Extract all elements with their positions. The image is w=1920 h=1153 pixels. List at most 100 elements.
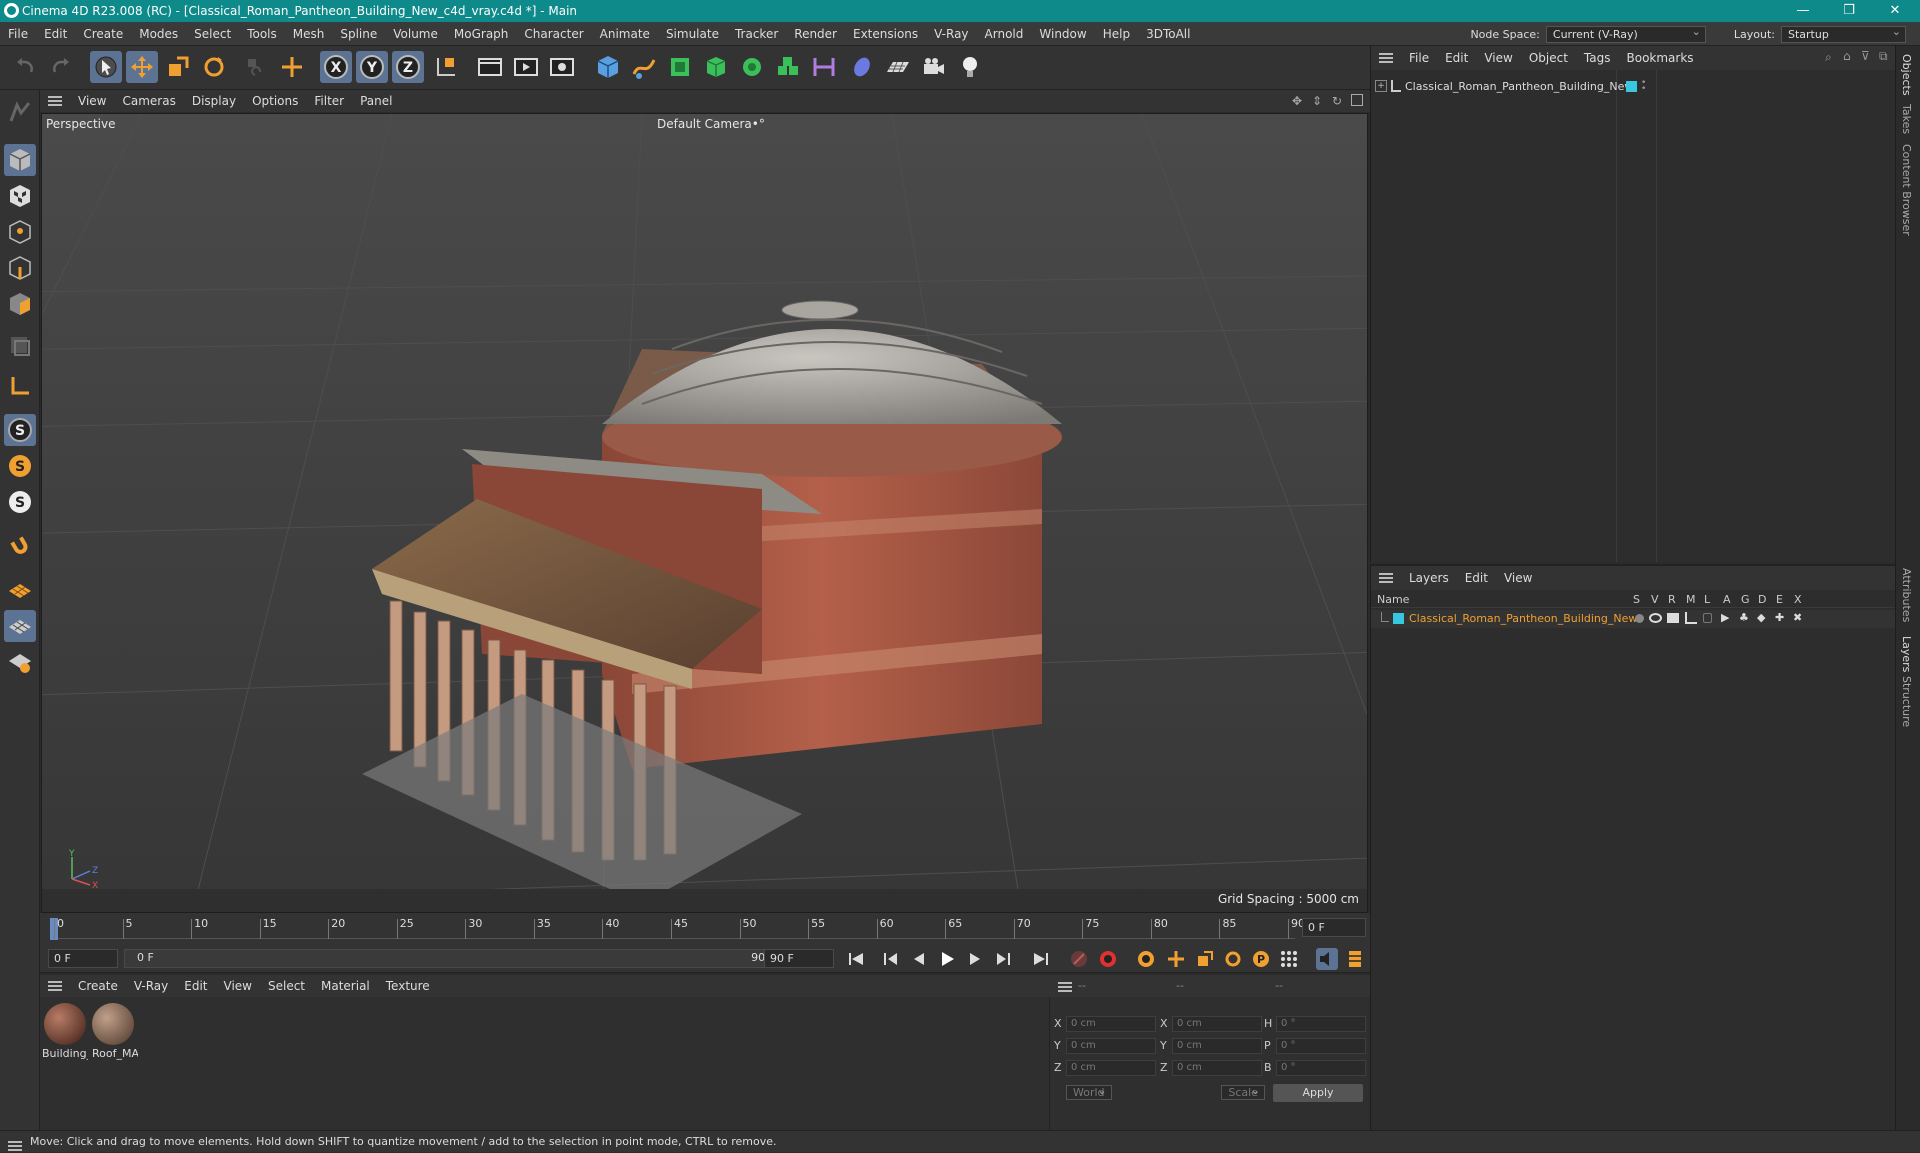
render-view-icon[interactable]: [474, 51, 506, 83]
coordinate-system-select[interactable]: World: [1066, 1085, 1112, 1100]
redo-icon[interactable]: [44, 51, 76, 83]
search-icon[interactable]: ⌕: [1825, 50, 1832, 65]
menu-window[interactable]: Window: [1031, 22, 1094, 46]
move-tool-icon[interactable]: [126, 51, 158, 83]
layer-animation-icon[interactable]: ▶: [1721, 611, 1729, 624]
layer-visible-icon[interactable]: [1649, 613, 1662, 623]
field-icon[interactable]: [846, 51, 878, 83]
live-selection-icon[interactable]: [90, 51, 122, 83]
size-x-field[interactable]: 0 cm: [1172, 1016, 1262, 1032]
deformer-icon[interactable]: [808, 51, 840, 83]
polygon-mode-icon[interactable]: [4, 288, 36, 320]
cube-primitive-icon[interactable]: [592, 51, 624, 83]
tab-content-browser[interactable]: Content Browser: [1900, 144, 1913, 236]
pan-view-icon[interactable]: ✥: [1292, 94, 1302, 108]
menu-edit[interactable]: Edit: [36, 22, 75, 46]
pos-y-field[interactable]: 0 cm: [1066, 1038, 1156, 1054]
pos-x-field[interactable]: 0 cm: [1066, 1016, 1156, 1032]
menu-render[interactable]: Render: [786, 22, 845, 46]
start-frame-field[interactable]: 0 F: [48, 949, 118, 968]
previous-key-icon[interactable]: [880, 948, 902, 970]
layer-manager-icon[interactable]: [1685, 612, 1697, 624]
menu-tracker[interactable]: Tracker: [727, 22, 786, 46]
go-to-end-icon[interactable]: [1030, 948, 1052, 970]
tab-objects[interactable]: Objects: [1900, 54, 1913, 96]
menu-extensions[interactable]: Extensions: [845, 22, 926, 46]
workplane-icon[interactable]: [4, 574, 36, 606]
record-disabled-icon[interactable]: [1068, 948, 1090, 970]
keyframe-selection-icon[interactable]: [1135, 948, 1157, 970]
magnet-icon[interactable]: [4, 530, 36, 562]
render-settings-icon[interactable]: [546, 51, 578, 83]
lock-icon[interactable]: [1703, 613, 1712, 623]
maximize-view-icon[interactable]: [1351, 94, 1363, 106]
layer-menu-edit[interactable]: Edit: [1457, 571, 1496, 585]
model-mode-icon[interactable]: [4, 144, 36, 176]
next-key-icon[interactable]: [992, 948, 1014, 970]
new-window-icon[interactable]: ⧉: [1879, 49, 1888, 64]
axis-y-toggle[interactable]: Y: [356, 51, 388, 83]
layer-name[interactable]: Classical_Roman_Pantheon_Building_New: [1409, 612, 1637, 625]
zoom-view-icon[interactable]: ⇕: [1312, 94, 1322, 108]
object-menu-object[interactable]: Object: [1521, 51, 1576, 65]
make-editable-icon[interactable]: [4, 96, 36, 128]
timeline-layout-icon[interactable]: [1344, 948, 1366, 970]
filter-icon[interactable]: ⊽: [1861, 49, 1870, 63]
cloner-icon[interactable]: [736, 51, 768, 83]
edge-mode-icon[interactable]: [4, 252, 36, 284]
key-position-icon[interactable]: [1165, 948, 1187, 970]
layer-solo-icon[interactable]: [1635, 614, 1644, 623]
menu-create[interactable]: Create: [75, 22, 131, 46]
menu-help[interactable]: Help: [1095, 22, 1138, 46]
tab-takes[interactable]: Takes: [1900, 104, 1913, 134]
restore-button[interactable]: ❐: [1826, 0, 1872, 22]
axis-z-toggle[interactable]: Z: [392, 51, 424, 83]
play-icon[interactable]: [936, 948, 958, 970]
rotate-tool-icon[interactable]: [198, 51, 230, 83]
node-space-select[interactable]: Current (V-Ray): [1545, 24, 1706, 43]
menu-animate[interactable]: Animate: [592, 22, 658, 46]
viewport-menu-view[interactable]: View: [70, 94, 114, 108]
previous-frame-icon[interactable]: [908, 948, 930, 970]
minimize-button[interactable]: —: [1780, 0, 1826, 22]
layout-select[interactable]: Startup: [1781, 24, 1906, 43]
menu-volume[interactable]: Volume: [385, 22, 446, 46]
viewport-menu-filter[interactable]: Filter: [306, 94, 352, 108]
menu-mesh[interactable]: Mesh: [285, 22, 333, 46]
coordinates-menu-icon[interactable]: [1058, 982, 1072, 992]
menu-file[interactable]: File: [0, 22, 36, 46]
menu-simulate[interactable]: Simulate: [658, 22, 727, 46]
mograph-cubes-icon[interactable]: [772, 51, 804, 83]
material-menu-view[interactable]: View: [216, 979, 260, 993]
size-z-field[interactable]: 0 cm: [1172, 1060, 1262, 1076]
coordinate-system-icon[interactable]: [430, 51, 462, 83]
layer-generator-icon[interactable]: ♣: [1739, 611, 1749, 624]
texture-mode-icon[interactable]: [4, 180, 36, 212]
render-picture-viewer-icon[interactable]: [510, 51, 542, 83]
viewport-menu-cameras[interactable]: Cameras: [114, 94, 183, 108]
object-name[interactable]: Classical_Roman_Pantheon_Building_New: [1405, 80, 1633, 93]
material-menu-create[interactable]: Create: [70, 979, 126, 993]
autokey-icon[interactable]: [1097, 948, 1119, 970]
material-menu-icon[interactable]: [48, 981, 62, 991]
point-mode-icon[interactable]: [4, 216, 36, 248]
layer-menu-icon[interactable]: [1379, 573, 1393, 583]
status-menu-icon[interactable]: [8, 1141, 22, 1151]
object-row[interactable]: + Classical_Roman_Pantheon_Building_New …: [1375, 78, 1675, 96]
material-menu-select[interactable]: Select: [260, 979, 313, 993]
menu-select[interactable]: Select: [186, 22, 239, 46]
material-menu-texture[interactable]: Texture: [378, 979, 438, 993]
tab-attributes[interactable]: Attributes: [1900, 568, 1913, 622]
size-y-field[interactable]: 0 cm: [1172, 1038, 1262, 1054]
object-menu-tags[interactable]: Tags: [1576, 51, 1619, 65]
axis-mode-icon[interactable]: [4, 370, 36, 402]
light-icon[interactable]: [954, 51, 986, 83]
menu-spline[interactable]: Spline: [332, 22, 385, 46]
grid-plane-icon[interactable]: [4, 610, 36, 642]
uv-mode-icon[interactable]: [4, 330, 36, 362]
menu-arnold[interactable]: Arnold: [977, 22, 1032, 46]
material-menu-vray[interactable]: V-Ray: [126, 979, 176, 993]
layer-render-icon[interactable]: [1667, 613, 1679, 623]
layer-color-swatch[interactable]: [1393, 613, 1404, 624]
rot-p-field[interactable]: 0 °: [1276, 1038, 1366, 1054]
